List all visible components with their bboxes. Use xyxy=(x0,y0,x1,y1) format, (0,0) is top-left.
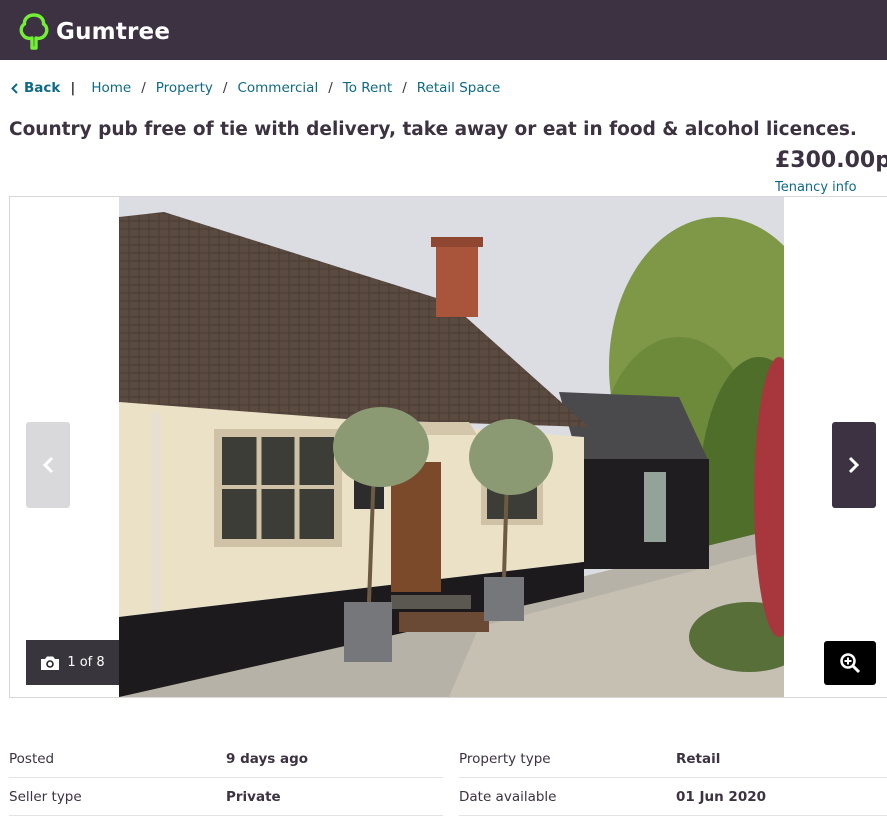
attribute-label: Date available xyxy=(459,789,557,805)
zoom-button[interactable] xyxy=(824,641,876,685)
breadcrumb-to-rent[interactable]: To Rent xyxy=(343,80,392,96)
breadcrumb-retail-space[interactable]: Retail Space xyxy=(417,80,501,96)
tenancy-info-link[interactable]: Tenancy info xyxy=(775,180,857,195)
listing-photo[interactable] xyxy=(119,197,784,697)
previous-image-button[interactable] xyxy=(26,422,70,508)
breadcrumb-separator: / xyxy=(402,80,407,96)
attribute-value: 01 Jun 2020 xyxy=(676,789,767,805)
chevron-left-icon xyxy=(42,456,54,474)
attribute-label: Property type xyxy=(459,751,551,767)
gumtree-tree-icon xyxy=(19,13,49,50)
chevron-left-icon xyxy=(11,82,18,94)
attribute-row: Property type Retail xyxy=(459,740,887,778)
breadcrumb-home[interactable]: Home xyxy=(91,80,131,96)
listing-price: £300.00pw xyxy=(775,148,887,173)
breadcrumb-separator: / xyxy=(328,80,333,96)
back-label: Back xyxy=(24,80,61,96)
attribute-value: 9 days ago xyxy=(226,751,309,767)
attribute-value: Retail xyxy=(676,751,721,767)
attribute-value: Private xyxy=(226,789,281,805)
attribute-label: Seller type xyxy=(9,789,82,805)
image-counter[interactable]: 1 of 8 xyxy=(26,640,119,685)
next-image-button[interactable] xyxy=(832,422,876,508)
breadcrumb-divider: | xyxy=(70,80,76,96)
logo-text: Gumtree xyxy=(56,18,171,45)
breadcrumb-commercial[interactable]: Commercial xyxy=(237,80,318,96)
camera-icon xyxy=(41,656,60,670)
attribute-row: Date available 01 Jun 2020 xyxy=(459,778,887,816)
breadcrumb: Back | Home / Property / Commercial / To… xyxy=(11,80,500,96)
breadcrumb-property[interactable]: Property xyxy=(156,80,213,96)
breadcrumb-separator: / xyxy=(141,80,146,96)
back-link[interactable]: Back xyxy=(11,80,60,96)
breadcrumb-separator: / xyxy=(222,80,228,96)
zoom-in-icon xyxy=(840,653,861,674)
image-gallery: 1 of 8 xyxy=(9,196,887,698)
attribute-row: Posted 9 days ago xyxy=(9,740,443,778)
chevron-right-icon xyxy=(848,456,860,474)
gumtree-logo[interactable]: Gumtree xyxy=(19,13,170,50)
image-counter-text: 1 of 8 xyxy=(67,655,105,670)
top-bar: Gumtree xyxy=(0,0,887,60)
listing-title: Country pub free of tie with delivery, t… xyxy=(9,119,857,140)
attribute-row: Seller type Private xyxy=(9,778,443,816)
attribute-label: Posted xyxy=(9,751,55,767)
